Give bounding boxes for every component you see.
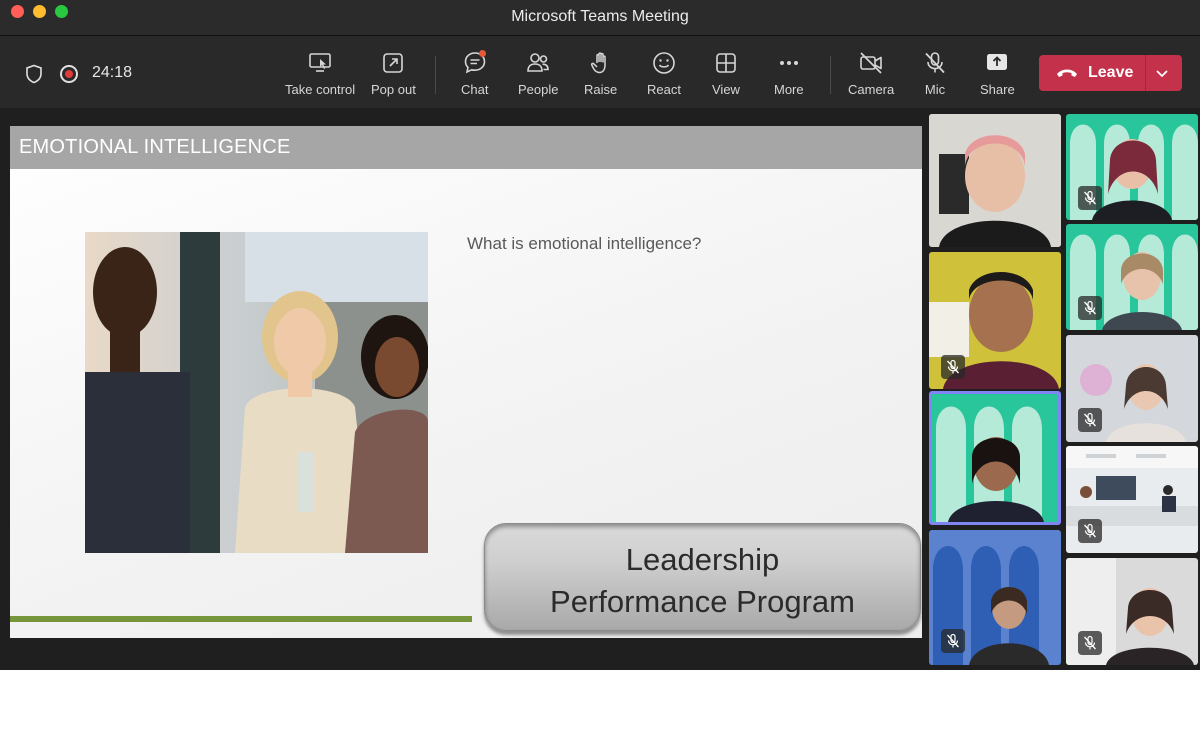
more-label: More (774, 82, 804, 97)
camera-button[interactable]: Camera (848, 50, 894, 102)
take-control-button[interactable]: Take control (285, 50, 355, 102)
teams-meeting-window: Microsoft Teams Meeting 24:18 Take contr… (0, 0, 1200, 670)
meeting-timer: 24:18 (92, 64, 133, 81)
participant-tile[interactable] (1066, 558, 1198, 665)
mic-off-icon (947, 359, 959, 374)
slide-question: What is emotional intelligence? (467, 234, 702, 253)
window-title: Microsoft Teams Meeting (511, 8, 689, 25)
slide-accent-line (10, 616, 472, 622)
raise-hand-icon (590, 52, 606, 74)
take-control-icon (309, 53, 331, 72)
mic-label: Mic (924, 82, 946, 97)
more-button[interactable]: More (774, 50, 804, 102)
pop-out-button[interactable]: Pop out (371, 50, 416, 102)
share-button[interactable]: Share (980, 50, 1015, 102)
participant-tile[interactable] (1066, 224, 1198, 330)
program-badge-line2: Performance Program (550, 584, 855, 619)
mic-off-icon (1084, 190, 1096, 205)
muted-indicator (941, 355, 965, 379)
view-label: View (712, 82, 740, 97)
raise-hand-button[interactable]: Raise (584, 50, 617, 102)
mic-off-icon (947, 633, 959, 648)
muted-indicator (1078, 296, 1102, 320)
participant-tile[interactable] (1066, 114, 1198, 220)
chat-label: Chat (461, 82, 489, 97)
pop-out-icon (383, 53, 404, 73)
react-label: React (647, 82, 681, 97)
mic-off-icon (1084, 523, 1096, 538)
participant-tile[interactable] (1066, 335, 1198, 442)
muted-indicator (1078, 186, 1102, 210)
share-screen-icon (987, 54, 1008, 70)
participant-tile[interactable] (929, 530, 1061, 665)
react-button[interactable]: React (647, 50, 681, 102)
camera-off-icon (860, 52, 882, 74)
view-button[interactable]: View (712, 50, 740, 102)
title-bar: Microsoft Teams Meeting (0, 0, 1200, 36)
people-label: People (518, 82, 559, 97)
smiley-icon (653, 52, 675, 74)
leave-divider (1145, 55, 1146, 91)
mic-off-icon (925, 52, 945, 74)
grid-view-icon (716, 53, 736, 73)
meeting-stage: EMOTIONAL INTELLIGENCE What is emotional… (0, 108, 1200, 670)
participant-tile[interactable] (929, 252, 1061, 389)
muted-indicator (941, 629, 965, 653)
shield-icon[interactable] (24, 64, 44, 84)
slide-title: EMOTIONAL INTELLIGENCE (19, 136, 291, 158)
muted-indicator (1078, 631, 1102, 655)
program-badge: Leadership Performance Program (484, 523, 921, 631)
pop-out-label: Pop out (371, 82, 416, 97)
toolbar-divider (830, 56, 831, 94)
take-control-label: Take control (285, 82, 356, 97)
mic-button[interactable]: Mic (922, 50, 948, 102)
participant-tile[interactable] (1066, 446, 1198, 553)
recording-icon (60, 65, 78, 83)
muted-indicator (1078, 519, 1102, 543)
share-label: Share (980, 82, 1015, 97)
leave-label: Leave (1088, 64, 1134, 81)
participant-video (932, 394, 1058, 522)
camera-label: Camera (848, 82, 895, 97)
mic-off-icon (1084, 635, 1096, 650)
people-button[interactable]: People (518, 50, 558, 102)
muted-indicator (1078, 408, 1102, 432)
mic-off-icon (1084, 300, 1096, 315)
people-laughing-photo (85, 232, 428, 553)
shared-slide: EMOTIONAL INTELLIGENCE What is emotional… (10, 126, 922, 638)
more-options-icon (779, 61, 798, 65)
participant-video (929, 114, 1061, 247)
participant-tile[interactable] (929, 114, 1061, 247)
raise-label: Raise (584, 82, 618, 97)
chevron-down-icon[interactable] (1154, 65, 1170, 81)
slide-photo (85, 232, 428, 553)
mic-off-icon (1084, 412, 1096, 427)
leave-button[interactable]: Leave (1039, 55, 1182, 91)
chat-button[interactable]: Chat (461, 50, 488, 102)
participant-tile-active-speaker[interactable] (929, 391, 1061, 525)
slide-header: EMOTIONAL INTELLIGENCE (10, 126, 922, 169)
toolbar-divider (435, 56, 436, 94)
meeting-toolbar: 24:18 Take control Pop out Chat People R… (0, 36, 1200, 108)
program-badge-line1: Leadership (625, 542, 780, 577)
hang-up-icon (1057, 69, 1077, 77)
people-icon (527, 53, 550, 72)
